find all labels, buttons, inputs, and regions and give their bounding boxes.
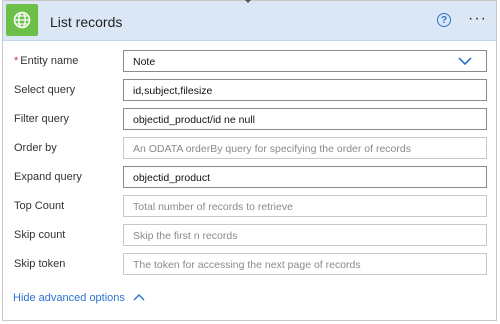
- select-query-row: Select query id,subject,filesize: [3, 79, 496, 101]
- select-query-input[interactable]: id,subject,filesize: [123, 79, 487, 101]
- card-title: List records: [50, 14, 123, 30]
- hide-advanced-options-link[interactable]: Hide advanced options: [13, 292, 145, 304]
- filter-query-label: Filter query: [14, 113, 70, 125]
- top-count-row: Top Count Total number of records to ret…: [3, 195, 496, 217]
- list-records-card: List records ? ··· * Entity name Note Sel…: [2, 0, 497, 321]
- expand-query-label: Expand query: [14, 171, 82, 183]
- more-options-icon[interactable]: ···: [468, 10, 487, 28]
- card-header[interactable]: List records ? ···: [3, 1, 496, 41]
- connector-arrow: [244, 0, 252, 3]
- top-count-input[interactable]: Total number of records to retrieve: [123, 195, 487, 217]
- entity-name-row: * Entity name Note: [3, 50, 496, 72]
- top-count-label: Top Count: [14, 200, 65, 212]
- select-query-label: Select query: [14, 84, 76, 96]
- skip-count-label: Skip count: [14, 229, 66, 241]
- help-icon[interactable]: ?: [437, 13, 451, 27]
- filter-query-row: Filter query objectid_product/id ne null: [3, 108, 496, 130]
- entity-name-value: Note: [133, 56, 156, 68]
- chevron-down-icon[interactable]: [458, 56, 472, 69]
- order-by-label: Order by: [14, 142, 57, 154]
- skip-token-row: Skip token The token for accessing the n…: [3, 253, 496, 275]
- skip-count-input[interactable]: Skip the first n records: [123, 224, 487, 246]
- skip-token-label: Skip token: [14, 258, 66, 270]
- entity-name-label-text: Entity name: [20, 55, 79, 67]
- entity-name-label: * Entity name: [14, 55, 78, 67]
- filter-query-input[interactable]: objectid_product/id ne null: [123, 108, 487, 130]
- hide-advanced-options-label: Hide advanced options: [13, 292, 125, 304]
- globe-icon: [6, 4, 38, 36]
- skip-token-input[interactable]: The token for accessing the next page of…: [123, 253, 487, 275]
- order-by-input[interactable]: An ODATA orderBy query for specifying th…: [123, 137, 487, 159]
- order-by-row: Order by An ODATA orderBy query for spec…: [3, 137, 496, 159]
- chevron-up-icon: [133, 292, 145, 304]
- entity-name-dropdown[interactable]: Note: [123, 50, 487, 72]
- expand-query-input[interactable]: objectid_product: [123, 166, 487, 188]
- skip-count-row: Skip count Skip the first n records: [3, 224, 496, 246]
- expand-query-row: Expand query objectid_product: [3, 166, 496, 188]
- required-marker: *: [14, 55, 19, 67]
